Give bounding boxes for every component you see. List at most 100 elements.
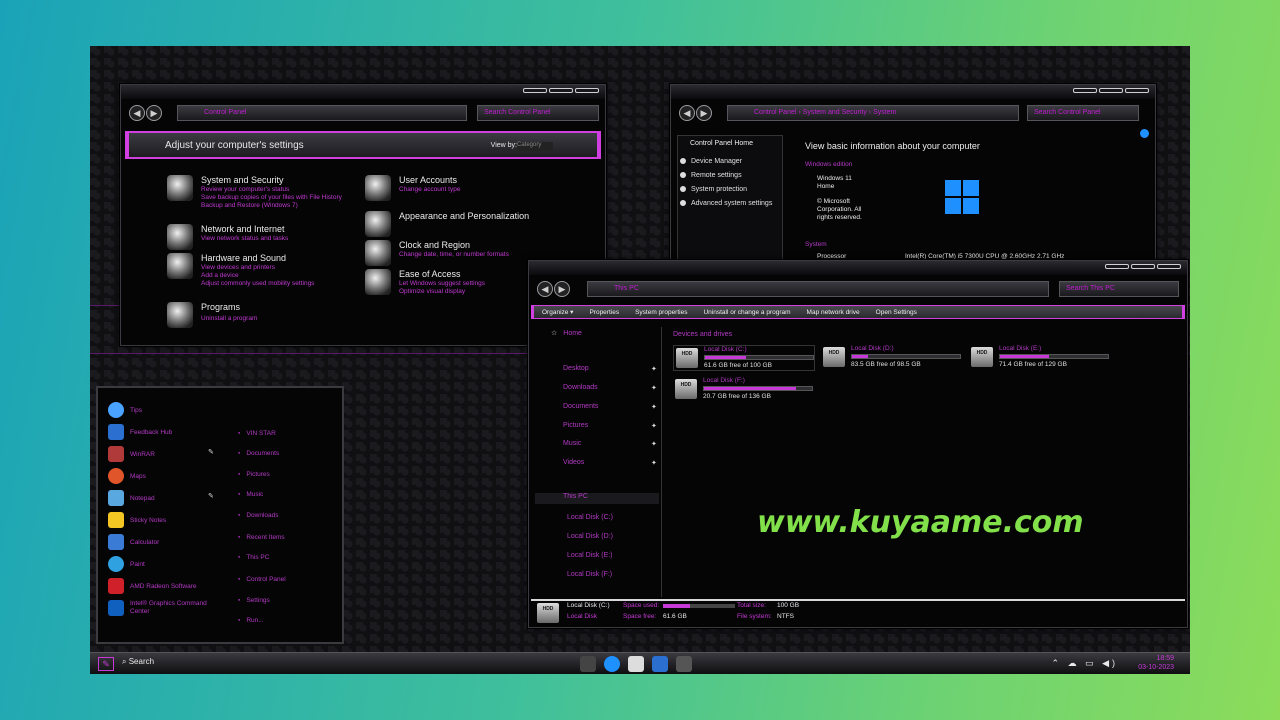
back-arrow-icon[interactable]: ◀ <box>679 105 695 121</box>
system-tray[interactable]: ⌃ ☁ ▭ ◀) <box>1052 658 1118 669</box>
minimize-button[interactable] <box>1105 264 1129 269</box>
nav-this-pc[interactable]: This PC <box>535 493 659 504</box>
start-link-this-pc[interactable]: This PC <box>238 554 269 561</box>
map-network-drive-button[interactable]: Map network drive <box>807 309 860 316</box>
breadcrumb-item[interactable]: Control Panel <box>754 109 796 116</box>
app-feedback-hub[interactable]: Feedback Hub <box>108 422 172 442</box>
minimize-button[interactable] <box>1073 88 1097 93</box>
start-link-music[interactable]: Music <box>238 491 263 498</box>
explorer-icon[interactable] <box>676 656 692 672</box>
category-title[interactable]: User Accounts <box>399 175 457 185</box>
sidebar-item-advanced-settings[interactable]: Advanced system settings <box>680 200 772 207</box>
category-programs[interactable]: Programs Uninstall a program <box>167 302 357 328</box>
title-bar[interactable] <box>121 85 605 99</box>
app-sticky-notes[interactable]: Sticky Notes <box>108 510 166 530</box>
category-link[interactable]: Review your computer's status <box>201 186 289 193</box>
address-bar[interactable]: Control Panel <box>177 105 467 121</box>
pin-icon[interactable]: ✦ <box>651 440 657 448</box>
category-link[interactable]: Let Windows suggest settings <box>399 280 485 287</box>
control-panel-home-link[interactable]: Control Panel Home <box>690 140 753 147</box>
category-link[interactable]: Adjust commonly used mobility settings <box>201 280 314 287</box>
category-link[interactable]: View network status and tasks <box>201 235 288 242</box>
app-maps[interactable]: Maps <box>108 466 146 486</box>
close-button[interactable] <box>575 88 599 93</box>
forward-arrow-icon[interactable]: ▶ <box>696 105 712 121</box>
pin-icon[interactable]: ✦ <box>651 403 657 411</box>
category-title[interactable]: Hardware and Sound <box>201 253 286 263</box>
category-link[interactable]: Uninstall a program <box>201 315 257 322</box>
start-link-control-panel[interactable]: Control Panel <box>238 576 285 583</box>
category-link[interactable]: Add a device <box>201 272 239 279</box>
category-network-internet[interactable]: Network and Internet View network status… <box>167 224 357 250</box>
close-button[interactable] <box>1157 264 1181 269</box>
pencil-icon[interactable]: ✎ <box>208 448 214 456</box>
maximize-button[interactable] <box>549 88 573 93</box>
category-link[interactable]: Change date, time, or number formats <box>399 251 509 258</box>
app-winrar[interactable]: WinRAR <box>108 444 155 464</box>
breadcrumb-item[interactable]: System <box>873 109 896 116</box>
category-system-security[interactable]: System and Security Review your computer… <box>167 175 357 215</box>
category-link[interactable]: View devices and printers <box>201 264 275 271</box>
pencil-icon[interactable]: ✎ <box>208 492 214 500</box>
edge-icon[interactable] <box>604 656 620 672</box>
search-input[interactable]: Search Control Panel <box>477 105 599 121</box>
start-link-documents[interactable]: Documents <box>238 450 279 457</box>
drive-tile[interactable]: HDD Local Disk (E:) 71.4 GB free of 129 … <box>969 345 1111 371</box>
category-title[interactable]: Network and Internet <box>201 224 285 234</box>
help-icon[interactable] <box>1140 129 1149 138</box>
category-hardware-sound[interactable]: Hardware and Sound View devices and prin… <box>167 253 357 293</box>
maximize-button[interactable] <box>1131 264 1155 269</box>
start-link-downloads[interactable]: Downloads <box>238 512 278 519</box>
nav-item-videos[interactable]: Videos <box>563 459 584 466</box>
category-link[interactable]: Backup and Restore (Windows 7) <box>201 202 298 209</box>
minimize-button[interactable] <box>523 88 547 93</box>
category-link[interactable]: Change account type <box>399 186 460 193</box>
drive-tile[interactable]: HDD Local Disk (F:) 20.7 GB free of 136 … <box>673 377 815 403</box>
pin-icon[interactable]: ✦ <box>651 422 657 430</box>
address-bar[interactable]: This PC <box>587 281 1049 297</box>
view-by-select[interactable]: Category <box>517 142 553 151</box>
category-link[interactable]: Save backup copies of your files with Fi… <box>201 194 342 201</box>
properties-button[interactable]: Properties <box>589 309 619 316</box>
breadcrumb-item[interactable]: System and Security <box>803 109 867 116</box>
sidebar-item-remote-settings[interactable]: Remote settings <box>680 172 742 179</box>
app-notepad[interactable]: Notepad <box>108 488 155 508</box>
sidebar-item-device-manager[interactable]: Device Manager <box>680 158 742 165</box>
pin-icon[interactable]: ✦ <box>651 365 657 373</box>
title-bar[interactable] <box>529 261 1187 275</box>
category-title[interactable]: Appearance and Personalization <box>399 211 529 221</box>
category-link[interactable]: Optimize visual display <box>399 288 465 295</box>
start-button-icon[interactable]: ✎ <box>98 657 114 671</box>
forward-arrow-icon[interactable]: ▶ <box>146 105 162 121</box>
start-link-recent-items[interactable]: Recent Items <box>238 534 284 541</box>
organize-button[interactable]: Organize ▾ <box>542 308 573 316</box>
pin-icon[interactable]: ✦ <box>651 384 657 392</box>
drive-tile[interactable]: HDD Local Disk (D:) 83.5 GB free of 98.5… <box>821 345 963 371</box>
start-link-settings[interactable]: Settings <box>238 597 270 604</box>
app-calculator[interactable]: Calculator <box>108 532 159 552</box>
taskbar-search[interactable]: ⌕ Search <box>122 657 154 667</box>
category-title[interactable]: System and Security <box>201 175 284 185</box>
sidebar-item-system-protection[interactable]: System protection <box>680 186 747 193</box>
start-link-run[interactable]: Run... <box>238 617 263 624</box>
clock[interactable]: 18:59 03-10-2023 <box>1138 654 1174 672</box>
outlook-icon[interactable] <box>652 656 668 672</box>
breadcrumb[interactable]: Control Panel › System and Security › Sy… <box>727 105 1019 121</box>
search-input[interactable]: Search Control Panel <box>1027 105 1139 121</box>
start-link-user[interactable]: VIN STAR <box>238 430 276 437</box>
app-intel-graphics[interactable]: Intel® Graphics Command Center <box>108 598 210 618</box>
maximize-button[interactable] <box>1099 88 1123 93</box>
system-properties-button[interactable]: System properties <box>635 309 687 316</box>
app-amd-radeon[interactable]: AMD Radeon Software <box>108 576 196 596</box>
category-title[interactable]: Ease of Access <box>399 269 461 279</box>
nav-drive-c[interactable]: Local Disk (C:) <box>567 514 613 521</box>
drive-tile[interactable]: HDD Local Disk (C:) 61.6 GB free of 100 … <box>673 345 815 371</box>
category-title[interactable]: Programs <box>201 302 240 312</box>
uninstall-program-button[interactable]: Uninstall or change a program <box>703 309 790 316</box>
nav-home[interactable]: ☆ Home <box>551 329 582 337</box>
back-arrow-icon[interactable]: ◀ <box>537 281 553 297</box>
nav-item-pictures[interactable]: Pictures <box>563 422 588 429</box>
app-paint[interactable]: Paint <box>108 554 145 574</box>
nav-item-music[interactable]: Music <box>563 440 581 447</box>
back-arrow-icon[interactable]: ◀ <box>129 105 145 121</box>
